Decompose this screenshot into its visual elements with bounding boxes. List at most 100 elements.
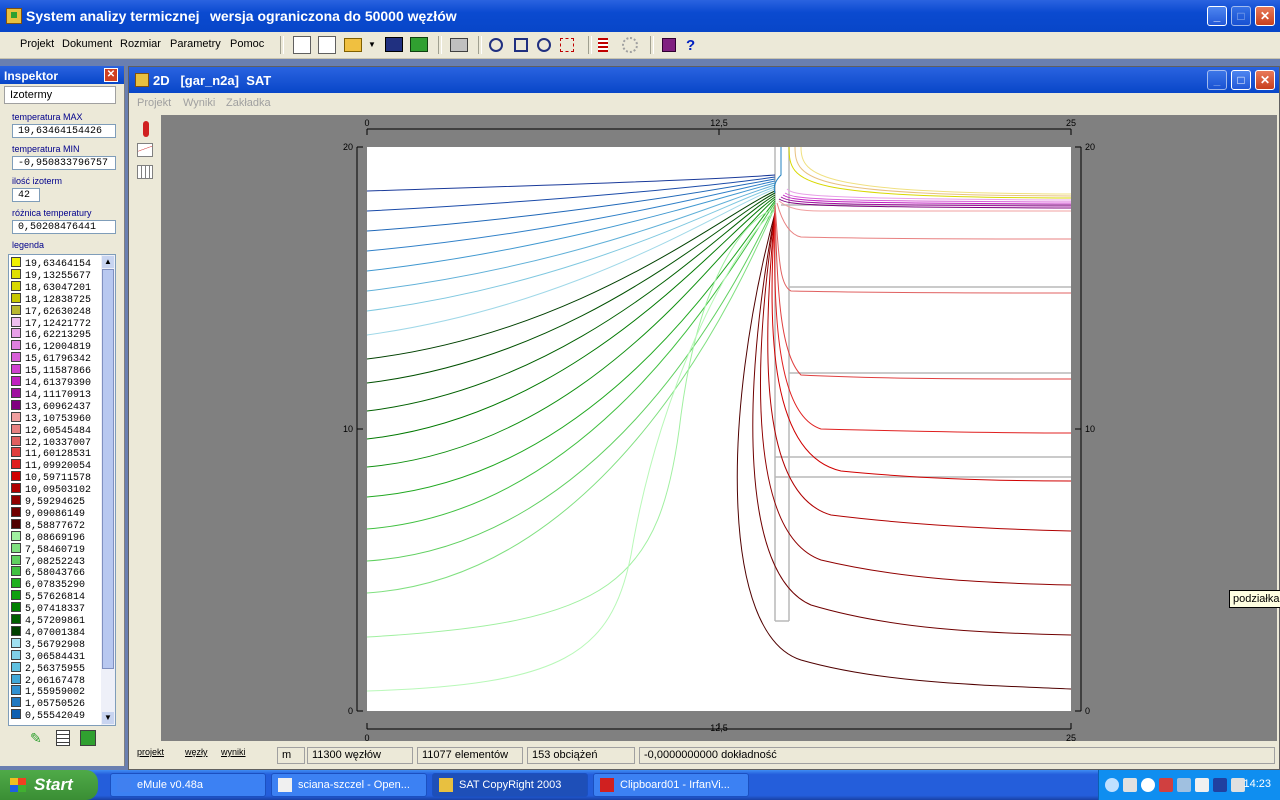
menu-pomoc[interactable]: Pomoc <box>230 38 264 50</box>
grid-green-icon[interactable] <box>80 730 96 746</box>
legend-swatch <box>11 483 21 494</box>
legend-swatch <box>11 471 21 482</box>
scroll-down-icon[interactable]: ▼ <box>102 712 114 724</box>
temp-min-field[interactable]: -0,950833796757 <box>12 156 116 170</box>
scroll-up-icon[interactable]: ▲ <box>102 256 114 268</box>
minimize-button[interactable]: _ <box>1207 6 1227 26</box>
toolbar-separator <box>280 36 284 54</box>
y-tick-label-left: 0 <box>348 706 353 716</box>
doc-menu-projekt[interactable]: Projekt <box>137 97 171 109</box>
maximize-button[interactable]: □ <box>1231 6 1251 26</box>
legend-item: 3,06584431 <box>11 649 85 663</box>
legend-swatch <box>11 459 21 470</box>
menu-rozmiar[interactable]: Rozmiar <box>120 38 161 50</box>
inspector-close-button[interactable]: ✕ <box>104 68 118 82</box>
pen-icon[interactable]: ✎ <box>30 730 46 746</box>
doc-close-button[interactable]: ✕ <box>1255 70 1275 90</box>
legend-item: 13,10753960 <box>11 411 91 425</box>
export-icon[interactable] <box>410 37 428 52</box>
tab-projekt[interactable]: projekt <box>137 747 164 757</box>
dropdown-arrow-icon[interactable]: ▼ <box>368 40 376 58</box>
scroll-thumb[interactable] <box>102 269 114 669</box>
tab-wezly[interactable]: węzły <box>185 747 208 757</box>
new-doc2-icon[interactable] <box>318 36 336 54</box>
y-tick-label-right: 10 <box>1085 424 1095 434</box>
toolbar-separator <box>438 36 442 54</box>
legend-list[interactable]: 19,63464154 19,13255677 18,63047201 18,1283… <box>8 254 116 726</box>
status-bar: projekt węzły wyniki m 11300 węzłów 1107… <box>129 745 1279 767</box>
thermometer-icon[interactable] <box>143 121 149 137</box>
legend-item: 14,61379390 <box>11 376 91 389</box>
legend-scrollbar[interactable]: ▲ ▼ <box>101 255 115 725</box>
book-icon[interactable] <box>662 38 676 52</box>
legend-item: 10,09503102 <box>11 483 91 496</box>
plot-canvas <box>367 147 1071 711</box>
taskbar-item-irfanview[interactable]: Clipboard01 - IrfanVi... <box>593 773 749 797</box>
legend-swatch <box>11 506 21 517</box>
table-icon[interactable] <box>56 730 70 746</box>
close-button[interactable]: ✕ <box>1255 6 1275 26</box>
doc-menu-zakladka[interactable]: Zakładka <box>226 97 271 109</box>
temp-max-field[interactable]: 19,63464154426 <box>12 124 116 138</box>
menu-dokument[interactable]: Dokument <box>62 38 112 50</box>
isotherm-plot[interactable]: 0 12,5 25 0 12,5 25 20 10 0 20 10 0 <box>161 115 1277 743</box>
taskbar-item-emule[interactable]: eMule v0.48a <box>110 773 266 797</box>
legend-swatch <box>11 625 21 636</box>
taskbar-item-openoffice[interactable]: sciana-szczel - Open... <box>271 773 427 797</box>
taskbar-item-sat[interactable]: SAT CopyRight 2003 <box>432 773 588 797</box>
windows-logo-icon <box>10 778 26 792</box>
menu-parametry[interactable]: Parametry <box>170 38 221 50</box>
graph-icon[interactable] <box>137 143 153 157</box>
grid-icon[interactable] <box>137 165 153 179</box>
inspector-tab-izotermy[interactable]: Izotermy <box>4 86 116 104</box>
help-icon[interactable]: ? <box>686 37 704 55</box>
select-rect-icon[interactable] <box>560 38 574 52</box>
app-title: System analizy termicznej <box>26 8 200 24</box>
legend-swatch <box>11 590 21 601</box>
tray-volume-icon[interactable] <box>1195 778 1209 792</box>
legend-swatch <box>11 328 21 339</box>
taskbar-item-label: Clipboard01 - IrfanVi... <box>620 779 730 791</box>
doc-menu-wyniki[interactable]: Wyniki <box>183 97 215 109</box>
tray-monitor-icon[interactable] <box>1213 778 1227 792</box>
plot-area[interactable]: 0 12,5 25 0 12,5 25 20 10 0 20 10 0 <box>161 115 1277 743</box>
legend-item: 19,13255677 <box>11 268 91 282</box>
inspector-title-bar: Inspektor ✕ <box>0 66 124 84</box>
open-folder-icon[interactable] <box>344 38 362 52</box>
start-label: Start <box>34 775 73 794</box>
taskbar: Start eMule v0.48a sciana-szczel - Open.… <box>0 770 1280 800</box>
inspector-panel: Inspektor ✕ Izotermy temperatura MAX 19,… <box>0 66 125 766</box>
temp-diff-field[interactable]: 0,50208476441 <box>12 220 116 234</box>
menu-projekt[interactable]: Projekt <box>20 38 54 50</box>
print-icon[interactable] <box>450 38 468 52</box>
zoom-out-icon[interactable] <box>537 38 551 52</box>
zoom-in-icon[interactable] <box>489 38 503 52</box>
doc-minimize-button[interactable]: _ <box>1207 70 1227 90</box>
legend-item: 13,60962437 <box>11 399 91 413</box>
start-button[interactable]: Start <box>0 770 98 800</box>
irfanview-icon <box>600 778 614 792</box>
legend-swatch <box>11 554 21 565</box>
zoom-fit-icon[interactable] <box>514 38 528 52</box>
legend-item: 5,57626814 <box>11 590 85 603</box>
list-icon[interactable] <box>598 38 608 52</box>
settings-icon[interactable] <box>622 37 638 53</box>
legend-swatch <box>11 257 21 267</box>
tab-wyniki[interactable]: wyniki <box>221 747 246 757</box>
legend-swatch <box>11 566 21 577</box>
isotherm-count-field[interactable]: 42 <box>12 188 40 202</box>
tray-security-icon[interactable] <box>1159 778 1173 792</box>
left-toolbar <box>133 119 161 743</box>
tray-network-icon[interactable] <box>1177 778 1191 792</box>
tray-expand-icon[interactable] <box>1105 778 1119 792</box>
toolbar-separator <box>588 36 592 54</box>
new-doc-icon[interactable] <box>293 36 311 54</box>
legend-swatch <box>11 709 21 720</box>
tray-app-icon[interactable] <box>1123 778 1137 792</box>
legend-item: 11,60128531 <box>11 447 91 460</box>
tray-messenger-icon[interactable] <box>1141 778 1155 792</box>
y-tick-label-left: 10 <box>343 424 353 434</box>
legend-item: 2,06167478 <box>11 673 85 687</box>
save-icon[interactable] <box>385 37 403 52</box>
doc-maximize-button[interactable]: □ <box>1231 70 1251 90</box>
